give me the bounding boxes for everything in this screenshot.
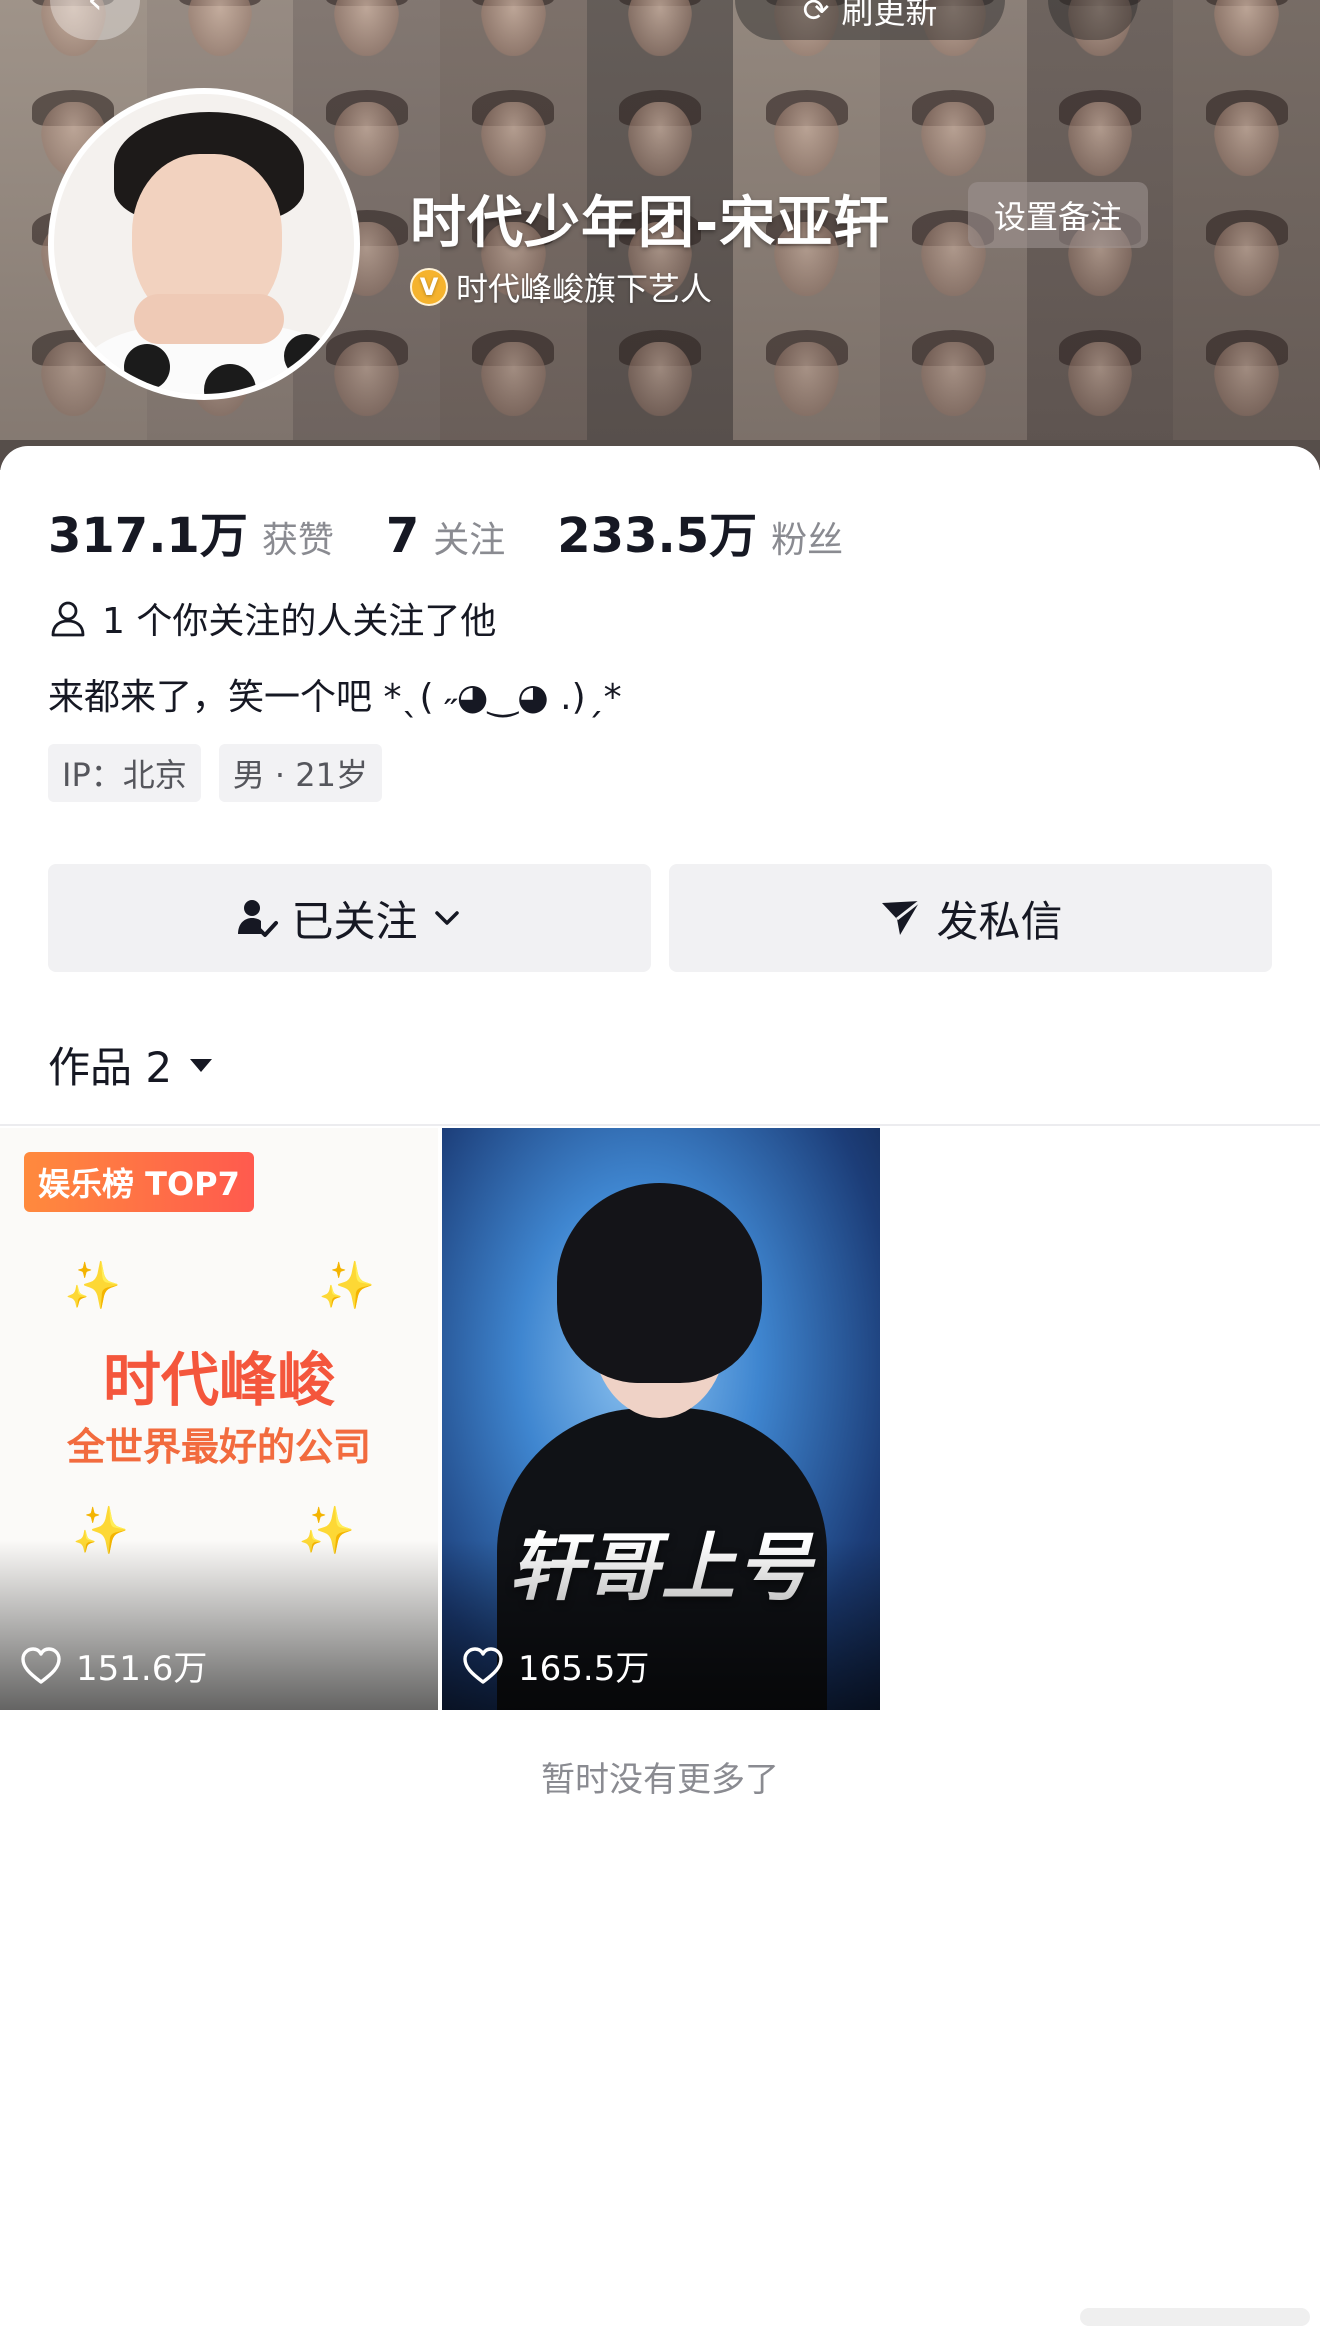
stats-row: 317.1万 获赞 7 关注 233.5万 粉丝 bbox=[48, 496, 895, 566]
works-tab-label: 作品 2 bbox=[48, 1043, 173, 1092]
video-likes-count: 165.5万 bbox=[518, 1649, 650, 1689]
divider bbox=[0, 1124, 1320, 1126]
avatar[interactable] bbox=[48, 88, 360, 400]
following-button[interactable]: 已关注 bbox=[48, 864, 651, 972]
video-cover-title: 时代峰峻 bbox=[102, 1346, 335, 1414]
followed-user-icon bbox=[238, 900, 279, 937]
tags-row: IP：北京 男 · 21岁 bbox=[48, 744, 382, 802]
following-button-label: 已关注 bbox=[291, 896, 418, 946]
sparkle-icon: ✨ bbox=[318, 1258, 376, 1312]
refresh-icon: ⟳ bbox=[802, 0, 830, 29]
set-remark-button[interactable]: 设置备注 bbox=[968, 182, 1148, 248]
likes-count: 317.1万 bbox=[48, 508, 248, 564]
video-likes-count: 151.6万 bbox=[76, 1649, 208, 1689]
verification-text: 时代峰峻旗下艺人 bbox=[456, 270, 713, 308]
video-cover-subtitle: 全世界最好的公司 bbox=[66, 1425, 371, 1469]
send-message-label: 发私信 bbox=[936, 896, 1063, 946]
ranking-badge: 娱乐榜 TOP7 bbox=[24, 1152, 254, 1212]
video-grid: 娱乐榜 TOP7 ✨ ✨ 时代峰峻 全世界最好的公司 ✨ ✨ 151.6万 16… bbox=[0, 1128, 880, 1710]
likes-label: 获赞 bbox=[261, 520, 334, 561]
mutual-follow-text: 1 个你关注的人关注了他 bbox=[102, 601, 497, 642]
chevron-down-icon bbox=[434, 911, 459, 925]
mutual-follow-row[interactable]: 1 个你关注的人关注了他 bbox=[48, 592, 496, 644]
following-label[interactable]: 关注 bbox=[433, 511, 505, 563]
video-card[interactable]: 娱乐榜 TOP7 ✨ ✨ 时代峰峻 全世界最好的公司 ✨ ✨ 151.6万 bbox=[0, 1128, 438, 1710]
heart-icon bbox=[21, 1646, 61, 1684]
profile-page: ‹ ⟳ 刷更新 时代少年团-宋亚轩 设置备注 V 时代峰峻旗下艺人 317.1万 bbox=[0, 0, 1320, 2346]
send-icon bbox=[882, 899, 922, 935]
verification-row: V 时代峰峻旗下艺人 bbox=[410, 264, 712, 310]
refresh-button[interactable]: ⟳ 刷更新 bbox=[735, 0, 1005, 40]
send-message-button[interactable]: 发私信 bbox=[669, 864, 1272, 972]
bio-text: 来都来了，笑一个吧 *ˎ( ˶◕‿◕ .)ˏ* bbox=[48, 677, 622, 718]
ip-tag: IP：北京 bbox=[48, 744, 201, 802]
home-indicator bbox=[1080, 2308, 1310, 2326]
person-icon bbox=[51, 601, 85, 637]
heart-icon bbox=[463, 1646, 503, 1684]
profile-header-background: ‹ ⟳ 刷更新 时代少年团-宋亚轩 设置备注 V 时代峰峻旗下艺人 bbox=[0, 0, 1320, 470]
gender-age-tag: 男 · 21岁 bbox=[218, 744, 382, 802]
refresh-label: 刷更新 bbox=[841, 0, 938, 31]
chevron-left-icon: ‹ bbox=[87, 0, 103, 23]
works-tab[interactable]: 作品 2 bbox=[48, 1034, 216, 1095]
followers-label[interactable]: 粉丝 bbox=[771, 511, 843, 563]
action-buttons: 已关注 发私信 bbox=[48, 864, 1272, 972]
v-badge-icon: V bbox=[410, 268, 448, 306]
no-more-text: 暂时没有更多了 bbox=[541, 1760, 779, 1800]
sparkle-icon: ✨ bbox=[64, 1258, 122, 1312]
profile-card: 317.1万 获赞 7 关注 233.5万 粉丝 1 个你关注的人关注了他 来都… bbox=[0, 446, 1320, 2346]
followers-count[interactable]: 233.5万 bbox=[557, 496, 757, 566]
video-likes: 151.6万 bbox=[20, 1641, 207, 1690]
following-count[interactable]: 7 bbox=[386, 508, 419, 564]
caret-down-icon bbox=[190, 1058, 213, 1072]
profile-name: 时代少年团-宋亚轩 bbox=[410, 191, 891, 256]
video-card[interactable]: 轩哥上号 165.5万 bbox=[442, 1128, 880, 1710]
video-likes: 165.5万 bbox=[462, 1641, 649, 1690]
